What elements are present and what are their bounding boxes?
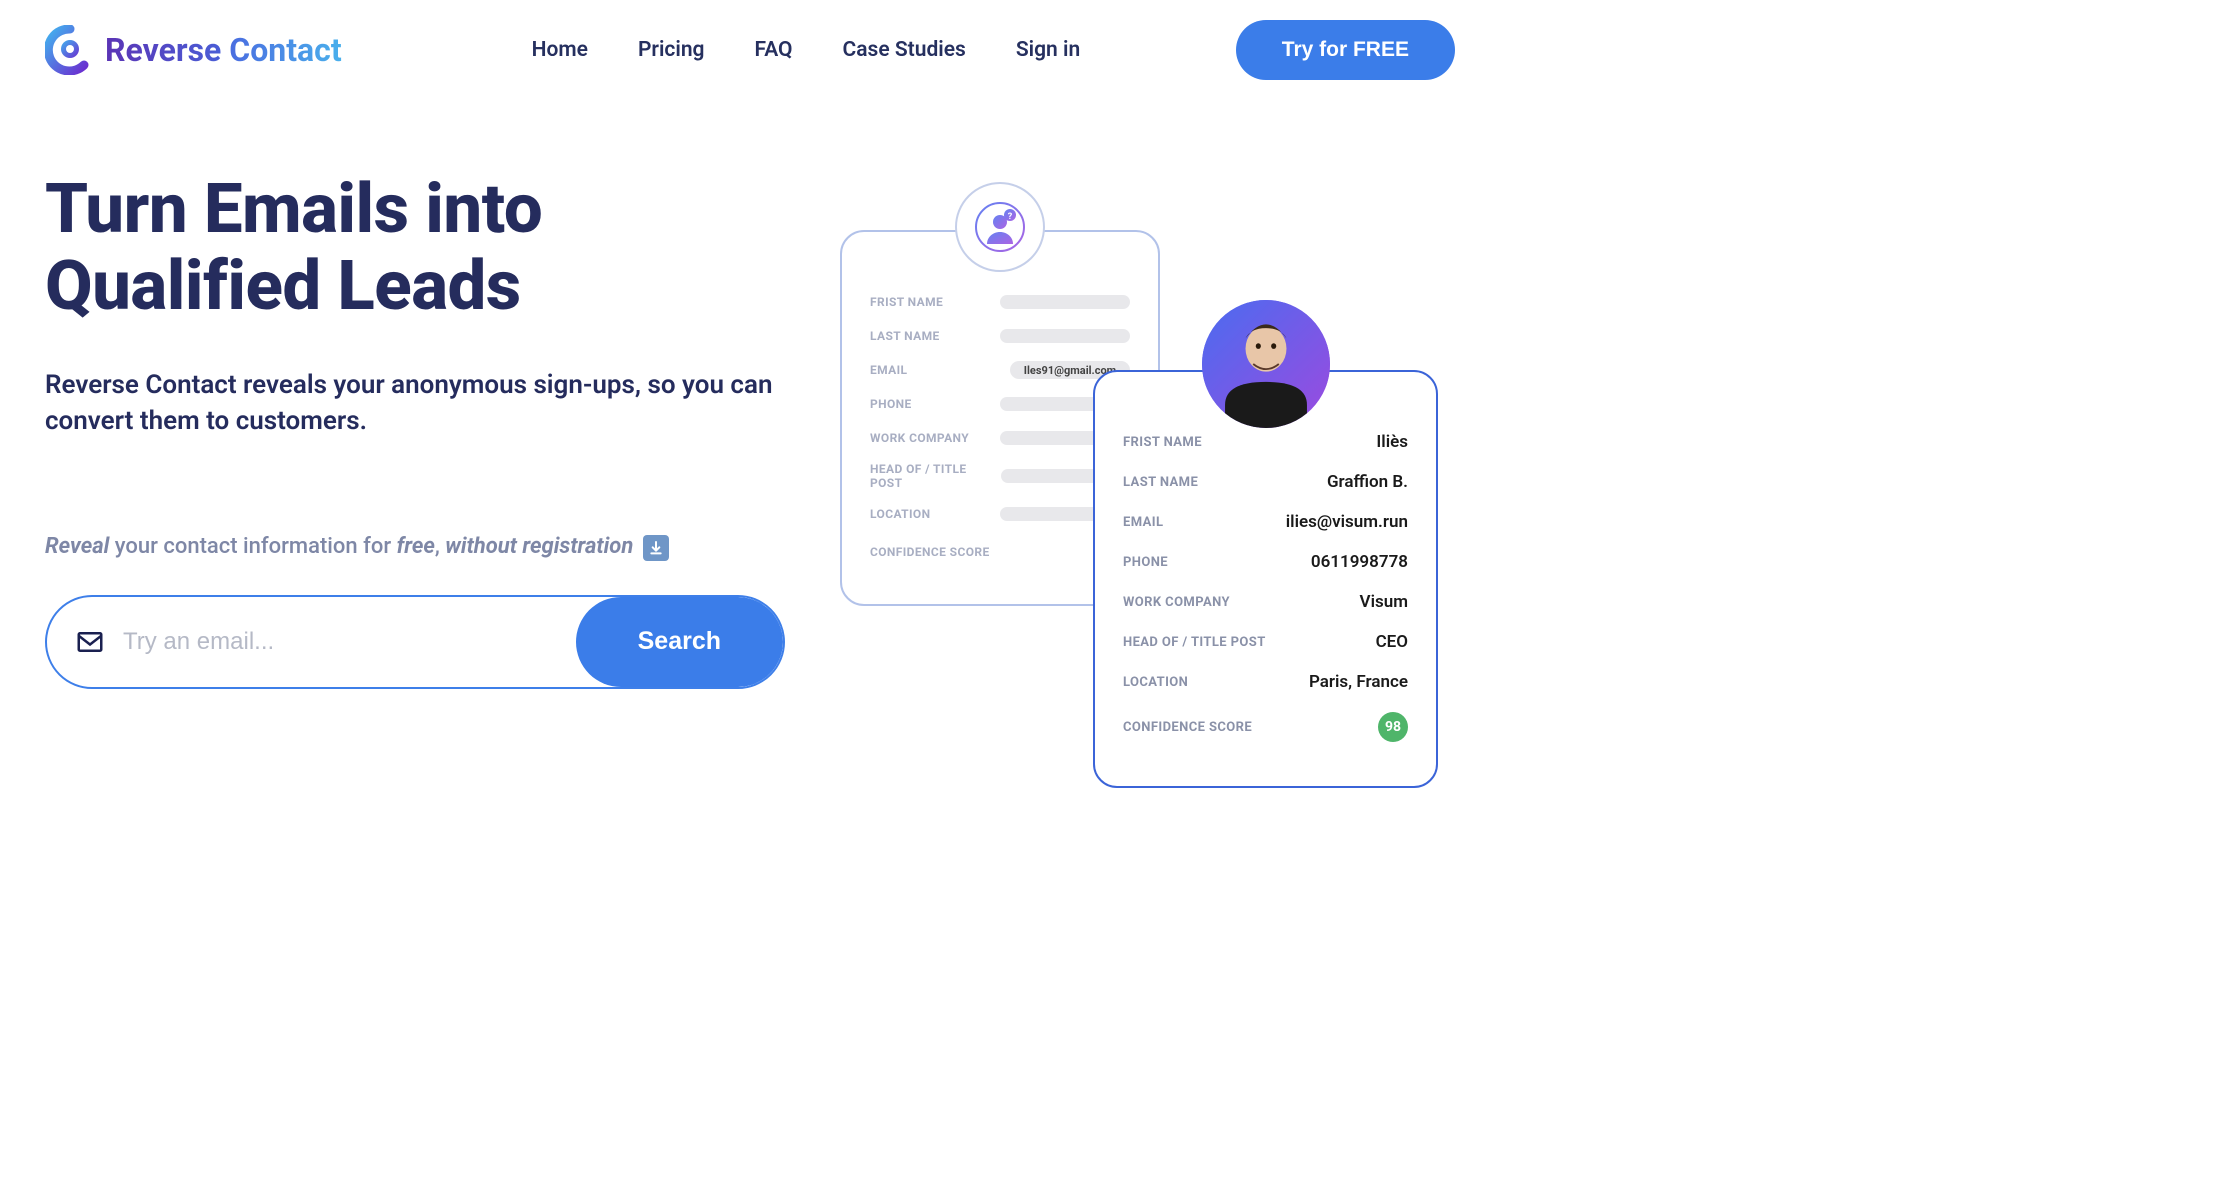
nav-faq[interactable]: FAQ [755,38,793,62]
empty-pill [1000,295,1130,309]
logo-text: Reverse Contact [105,31,342,69]
label-phone: PHONE [1123,555,1168,570]
result-card: FRIST NAME Iliès LAST NAME Graffion B. EMA… [1093,370,1438,788]
hero-title: Turn Emails into Qualified Leads [45,170,805,325]
label-head-of: HEAD OF / TITLE POST [870,462,1001,490]
try-free-button[interactable]: Try for FREE [1236,20,1455,80]
value-first-name: Iliès [1376,432,1408,452]
label-last-name: LAST NAME [1123,475,1198,490]
reveal-prompt: Reveal your contact information for free… [45,534,805,560]
value-last-name: Graffion B. [1327,472,1408,492]
label-confidence: CONFIDENCE SCORE [1123,720,1252,735]
label-phone: PHONE [870,397,912,411]
label-last-name: LAST NAME [870,329,940,343]
anonymous-avatar: ? [955,182,1045,272]
empty-pill [1000,329,1130,343]
label-email: EMAIL [1123,515,1163,530]
nav-home[interactable]: Home [532,38,588,62]
value-location: Paris, France [1309,672,1408,692]
confidence-badge-high: 98 [1378,712,1408,742]
hero-subtitle: Reverse Contact reveals your anonymous s… [45,367,805,440]
value-work-company: Visum [1360,592,1408,612]
nav-pricing[interactable]: Pricing [638,38,705,62]
search-bar: Search [45,595,785,689]
label-location: LOCATION [870,507,930,521]
label-location: LOCATION [1123,675,1188,690]
label-first-name: FRIST NAME [1123,435,1202,450]
value-phone: 0611998778 [1311,552,1408,572]
value-head-of: CEO [1376,632,1408,652]
label-first-name: FRIST NAME [870,295,943,309]
label-email: EMAIL [870,363,907,377]
label-confidence: CONFIDENCE SCORE [870,545,990,559]
email-input[interactable] [123,628,576,656]
label-work-company: WORK COMPANY [870,431,969,445]
down-arrow-icon [643,535,669,561]
value-email: ilies@visum.run [1286,512,1408,532]
search-button[interactable]: Search [576,597,783,687]
logo[interactable]: Reverse Contact [45,25,342,75]
nav-case-studies[interactable]: Case Studies [843,38,966,62]
label-work-company: WORK COMPANY [1123,595,1230,610]
label-head-of: HEAD OF / TITLE POST [1123,635,1266,650]
svg-text:?: ? [1008,212,1013,222]
logo-icon [45,25,95,75]
nav-sign-in[interactable]: Sign in [1016,38,1080,62]
result-avatar [1202,300,1330,428]
email-icon [47,627,123,657]
